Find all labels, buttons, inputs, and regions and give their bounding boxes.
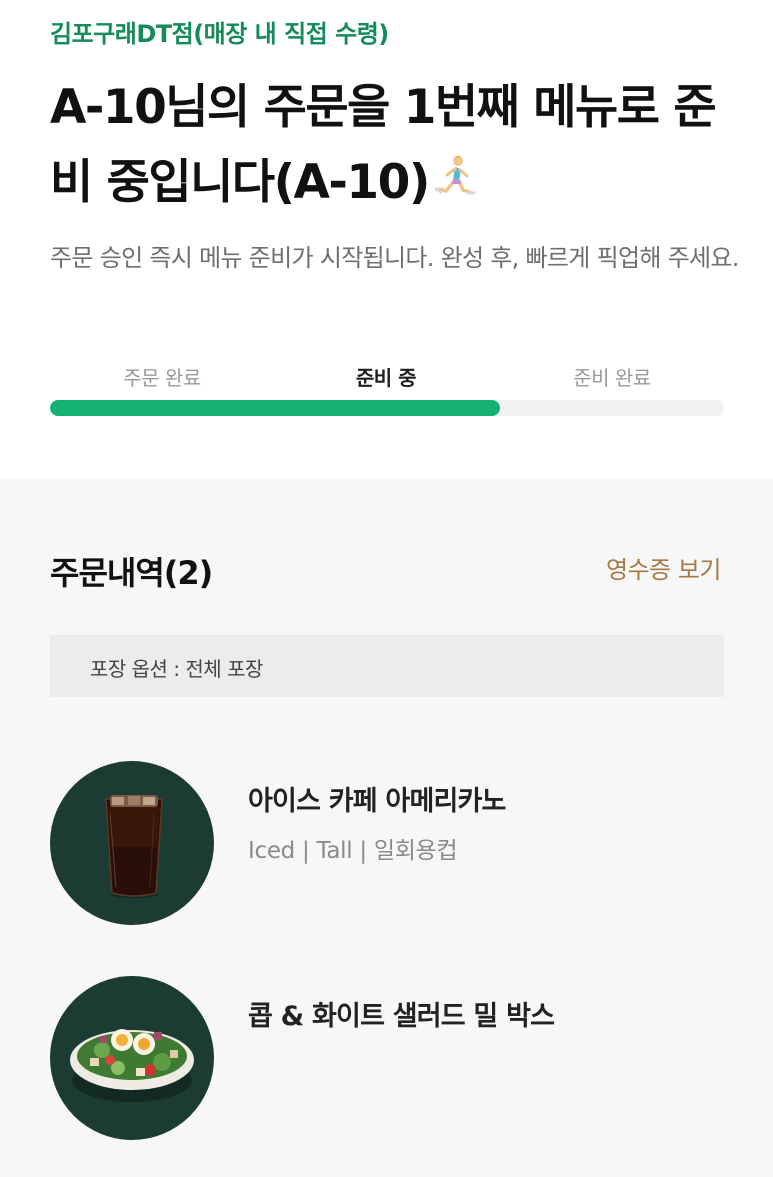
status-description: 주문 승인 즉시 메뉴 준비가 시작됩니다. 완성 후, 빠르게 픽업해 주세요… [50,244,739,272]
store-name: 김포구래DT점(매장 내 직접 수령) [50,20,389,48]
iced-americano-image [50,761,214,925]
progress-fill [50,400,500,416]
packaging-option-bar: 포장 옵션 : 전체 포장 [50,635,724,697]
person-running-icon [431,148,479,223]
order-status-section: 김포구래DT점(매장 내 직접 수령) A-10님의 주문을 1번째 메뉴로 준… [0,0,773,478]
step-preparing: 준비 중 [355,366,417,390]
step-ready: 준비 완료 [573,366,651,390]
order-item[interactable]: 콥 & 화이트 샐러드 밀 박스 [50,976,724,1142]
progress-track [50,400,724,416]
cobb-salad-image [50,976,214,1140]
view-receipt-button[interactable]: 영수증 보기 [606,550,722,585]
order-item[interactable]: 아이스 카페 아메리카노 Iced | Tall | 일회용컵 [50,761,724,927]
step-order-complete: 주문 완료 [123,366,201,390]
progress-steps: 주문 완료 준비 중 준비 완료 [50,362,724,392]
item-options: Iced | Tall | 일회용컵 [248,838,458,864]
order-list-title: 주문내역(2) [50,554,213,592]
status-headline: A-10님의 주문을 1번째 메뉴로 준비 중입니다(A-10) [50,70,740,223]
order-details-section: 주문내역(2) 영수증 보기 포장 옵션 : 전체 포장 아이스 카페 아메리카… [0,478,773,1177]
item-name: 콥 & 화이트 샐러드 밀 박스 [248,1001,555,1032]
status-headline-text: A-10님의 주문을 1번째 메뉴로 준비 중입니다(A-10) [50,80,717,210]
packaging-option-text: 포장 옵션 : 전체 포장 [90,657,263,681]
item-name: 아이스 카페 아메리카노 [248,786,506,817]
